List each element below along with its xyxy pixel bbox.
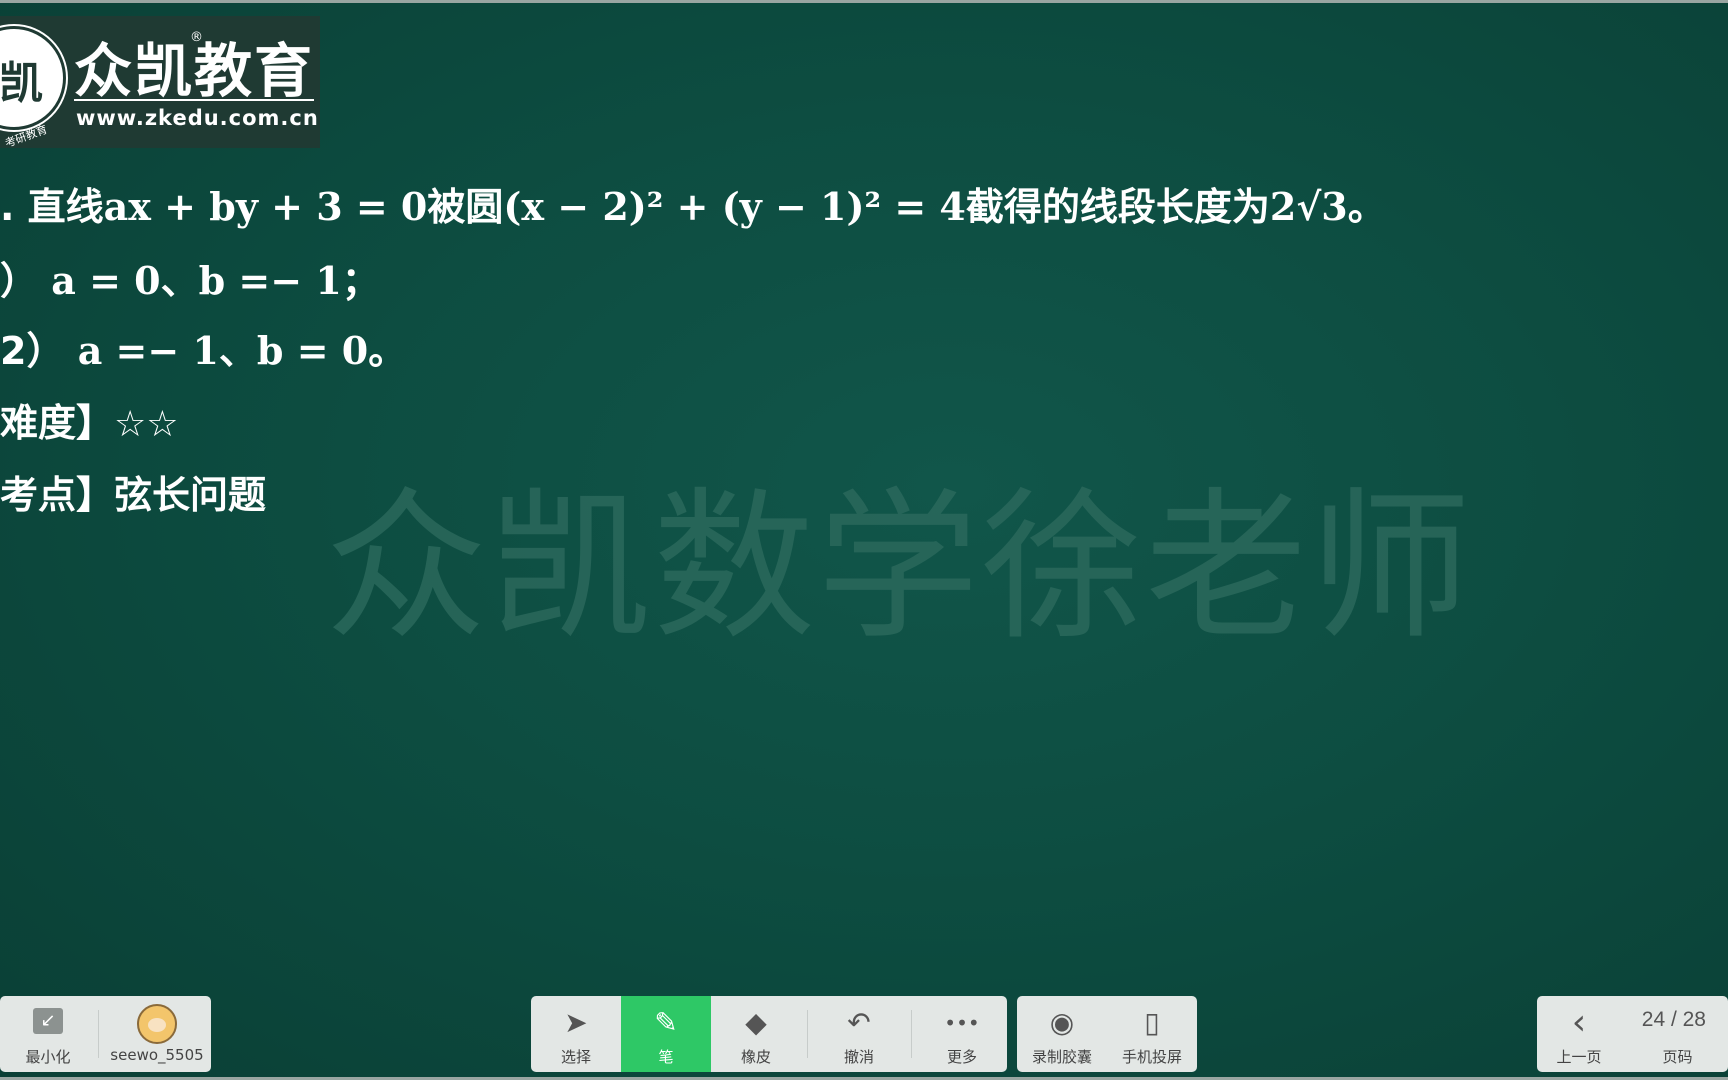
user-name: seewo_5505 <box>110 1046 204 1064</box>
topic-line: 考点】弦长问题 <box>0 473 267 517</box>
eraser-label: 橡皮 <box>740 1048 771 1066</box>
answer-2-math: a =− 1、b = 0。 <box>77 328 407 373</box>
prev-page-button[interactable]: ‹ 上一页 <box>1537 996 1621 1072</box>
select-label: 选择 <box>560 1048 591 1066</box>
minimize-icon: ↙ <box>33 1008 63 1034</box>
undo-icon: ↶ <box>847 1006 871 1039</box>
watermark-text: 众凯数学徐老师 <box>325 474 1473 662</box>
problem-text-suffix: 截得的线段长度为 <box>965 185 1270 229</box>
phone-cast-label: 手机投屏 <box>1121 1048 1182 1066</box>
page-number-label: 页码 <box>1662 1048 1693 1066</box>
separator <box>911 1010 912 1058</box>
pen-icon: ✎ <box>654 1006 678 1039</box>
answer-1-prefix: ） <box>0 259 39 303</box>
line-equation: ax + by + 3 = 0 <box>103 184 428 229</box>
more-label: 更多 <box>946 1048 977 1066</box>
difficulty-line: 难度】☆☆ <box>0 392 179 447</box>
logo-seal: 凯 <box>0 26 66 130</box>
more-button[interactable]: ••• 更多 <box>917 996 1007 1072</box>
avatar-icon <box>137 1004 177 1044</box>
separator <box>807 1010 808 1058</box>
chevron-left-icon: ‹ <box>1571 1002 1587 1043</box>
pen-tool-button[interactable]: ✎ 笔 <box>621 996 711 1072</box>
problem-text-mid: 被圆 <box>427 185 504 229</box>
left-toolbar: ↙ 最小化 seewo_5505 <box>0 996 211 1072</box>
logo-url: www.zkedu.com.cn <box>76 106 319 130</box>
phone-cast-button[interactable]: ▯ 手机投屏 <box>1107 996 1197 1072</box>
eraser-tool-button[interactable]: ◆ 橡皮 <box>711 996 801 1072</box>
logo-registered-mark: ® <box>190 30 203 45</box>
problem-prefix: . 直线 <box>0 185 104 229</box>
prev-page-label: 上一页 <box>1556 1048 1602 1066</box>
difficulty-stars: ☆☆ <box>114 404 179 445</box>
answer-1-math: a = 0、b =− 1； <box>51 258 380 303</box>
more-icon: ••• <box>944 1011 980 1035</box>
undo-button[interactable]: ↶ 撤消 <box>814 996 904 1072</box>
cursor-icon: ➤ <box>564 1006 588 1039</box>
logo-seal-char: 凯 <box>0 58 43 109</box>
minimize-label: 最小化 <box>25 1048 71 1066</box>
brand-logo: 凯 众凯教育 ® www.zkedu.com.cn 考研教育 <box>0 16 320 148</box>
page-nav-toolbar: ‹ 上一页 24 / 28 页码 <box>1537 996 1728 1072</box>
answer-1: ） a = 0、b =− 1； <box>0 250 380 305</box>
eraser-icon: ◆ <box>745 1006 767 1039</box>
answer-2: 2） a =− 1、b = 0。 <box>0 320 406 375</box>
minimize-button[interactable]: ↙ 最小化 <box>6 996 90 1072</box>
select-tool-button[interactable]: ➤ 选择 <box>531 996 621 1072</box>
top-border <box>0 0 1728 3</box>
pen-label: 笔 <box>658 1048 674 1066</box>
difficulty-label: 难度】 <box>0 401 115 445</box>
separator <box>98 1010 99 1058</box>
logo-divider <box>74 99 314 101</box>
record-icon: ◉ <box>1049 1006 1075 1039</box>
avatar-face <box>148 1018 166 1032</box>
record-label: 录制胶囊 <box>1031 1048 1092 1066</box>
problem-statement: . 直线ax + by + 3 = 0被圆(x − 2)² + (y − 1)²… <box>0 176 1386 231</box>
problem-end: 。 <box>1347 185 1386 229</box>
page-number-button[interactable]: 24 / 28 页码 <box>1627 996 1728 1072</box>
page-counter: 24 / 28 <box>1641 1008 1706 1031</box>
chord-length: 2√3 <box>1269 184 1348 229</box>
user-button[interactable]: seewo_5505 <box>104 996 210 1072</box>
tools-toolbar: ➤ 选择 ✎ 笔 ◆ 橡皮 ↶ 撤消 ••• 更多 <box>531 996 1007 1072</box>
circle-equation: (x − 2)² + (y − 1)² = 4 <box>503 184 966 229</box>
phone-icon: ▯ <box>1144 1006 1160 1039</box>
record-capsule-button[interactable]: ◉ 录制胶囊 <box>1017 996 1107 1072</box>
answer-2-prefix: 2） <box>0 329 65 373</box>
undo-label: 撤消 <box>843 1048 874 1066</box>
extra-toolbar: ◉ 录制胶囊 ▯ 手机投屏 <box>1017 996 1197 1072</box>
